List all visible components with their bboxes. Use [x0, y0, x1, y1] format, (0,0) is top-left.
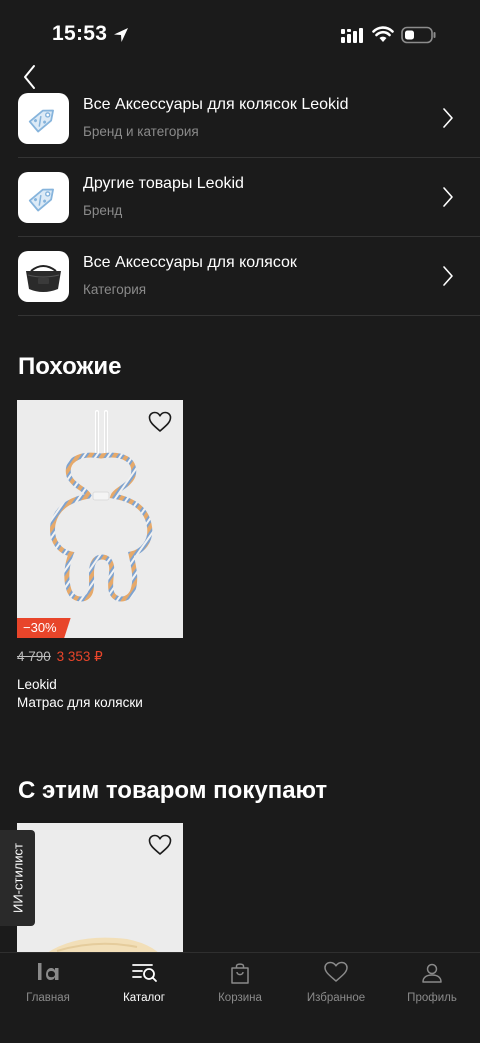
- tab-label: Каталог: [123, 992, 165, 1004]
- tab-label: Корзина: [218, 992, 262, 1004]
- product-card[interactable]: −30% 4 790 3 353 ₽ Leokid Матрас для кол…: [17, 400, 183, 710]
- bottom-tab-bar: Главная Каталог Корзина Избранное Профил…: [0, 952, 480, 1043]
- profile-icon: [422, 963, 442, 983]
- similar-section-title: Похожие: [18, 353, 122, 380]
- mattress-liner-image: [50, 410, 153, 602]
- discount-badge: −30%: [17, 618, 71, 638]
- product-image: −30%: [17, 400, 183, 638]
- favorite-button[interactable]: [148, 411, 172, 433]
- list-item-subtitle: Бренд и категория: [83, 124, 199, 139]
- price-block: 4 790 3 353 ₽: [17, 649, 183, 665]
- related-links-list: Все Аксессуары для колясок Leokid Бренд …: [0, 80, 480, 318]
- shopping-bag-icon: [231, 963, 249, 984]
- favorite-button[interactable]: [148, 834, 172, 856]
- stroller-bag-image: [18, 251, 69, 302]
- ai-stylist-tab[interactable]: ИИ-стилист: [0, 830, 35, 926]
- sale-price: 3 353 ₽: [56, 649, 103, 664]
- bought-together-section-title: С этим товаром покупают: [18, 777, 328, 804]
- tab-label: Избранное: [306, 992, 366, 1004]
- status-bar: 15:53: [0, 0, 480, 64]
- wifi-icon: [372, 26, 394, 42]
- list-item-title: Другие товары Leokid: [83, 175, 244, 192]
- location-arrow-icon: [114, 28, 128, 42]
- status-time: 15:53: [52, 22, 108, 45]
- product-page-screen: 15:53 Все Аксессуары для колясок Leokid …: [0, 0, 480, 1043]
- heart-icon: [324, 961, 348, 982]
- battery-icon: [401, 26, 436, 44]
- list-item-subtitle: Бренд: [83, 203, 123, 218]
- tab-label: Профиль: [407, 992, 457, 1004]
- tab-favorites[interactable]: Избранное: [288, 953, 384, 1013]
- tab-profile[interactable]: Профиль: [384, 953, 480, 1013]
- chevron-right-icon: [443, 187, 453, 207]
- home-la-icon: [38, 963, 59, 980]
- product-brand: Leokid: [17, 677, 57, 692]
- ai-stylist-label: ИИ-стилист: [10, 842, 25, 914]
- price-tag-icon: [18, 93, 69, 144]
- list-item-category[interactable]: Все Аксессуары для колясок Категория: [0, 237, 480, 316]
- product-name: Матрас для коляски: [17, 695, 143, 710]
- catalog-search-icon: [132, 964, 157, 982]
- tab-cart[interactable]: Корзина: [192, 953, 288, 1013]
- list-item-title: Все Аксессуары для колясок Leokid: [83, 96, 349, 113]
- tab-catalog[interactable]: Каталог: [96, 953, 192, 1013]
- price-tag-icon: [18, 172, 69, 223]
- tab-home[interactable]: Главная: [0, 953, 96, 1013]
- cellular-signal-icon: [341, 28, 363, 43]
- tab-label: Главная: [26, 992, 70, 1004]
- list-item-brand-category[interactable]: Все Аксессуары для колясок Leokid Бренд …: [0, 80, 480, 158]
- list-item-subtitle: Категория: [83, 282, 147, 297]
- old-price: 4 790: [17, 649, 51, 664]
- list-item-brand[interactable]: Другие товары Leokid Бренд: [0, 158, 480, 237]
- list-item-title: Все Аксессуары для колясок: [83, 254, 297, 271]
- chevron-right-icon: [443, 108, 453, 128]
- chevron-right-icon: [443, 266, 453, 286]
